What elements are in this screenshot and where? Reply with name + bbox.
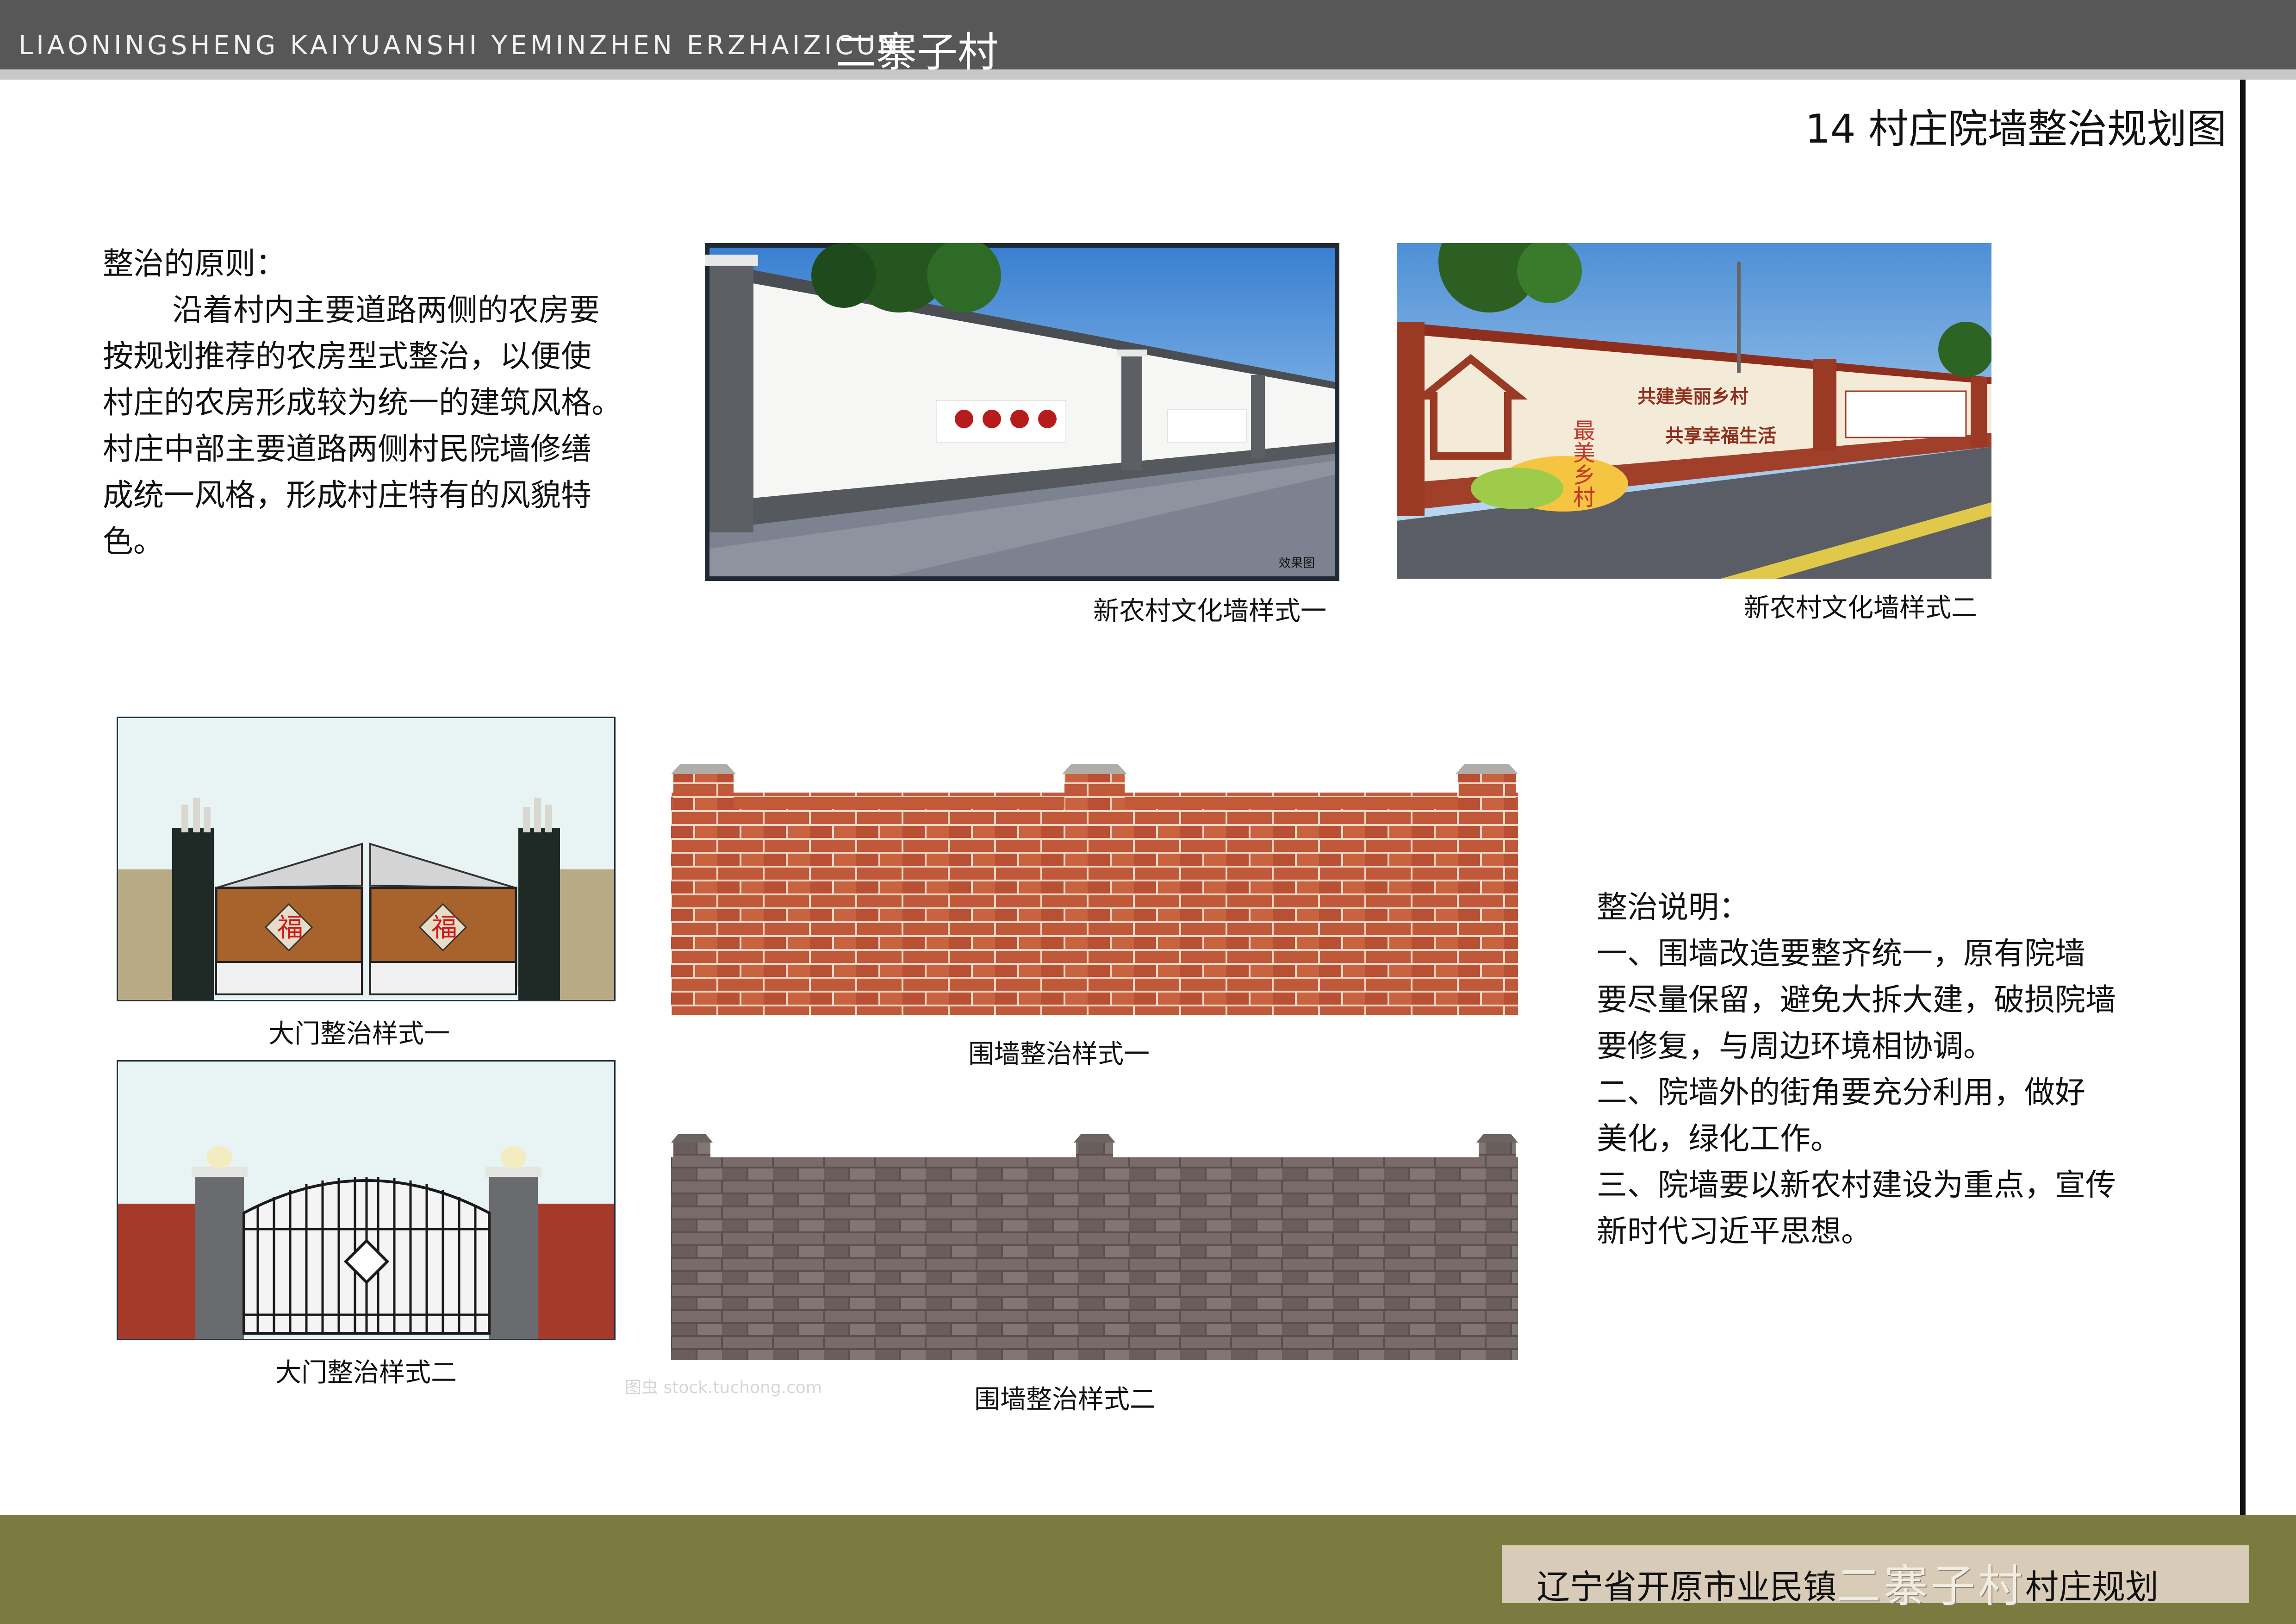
culture-wall-2-image: 最美乡村 共建美丽乡村 共享幸福生活 bbox=[1397, 243, 1991, 579]
principles-line: 村庄的农房形成较为统一的建筑风格。 bbox=[103, 385, 622, 420]
notes-line: 新时代习近平思想。 bbox=[1597, 1213, 1872, 1249]
fence-1-image bbox=[671, 756, 1518, 1015]
principles-line: 沿着村内主要道路两侧的农房要 bbox=[172, 292, 600, 328]
fence-2-caption: 围墙整治样式二 bbox=[974, 1385, 1156, 1415]
gate-1-fu-left: 福 bbox=[277, 913, 303, 943]
notes-line: 要尽量保留，避免大拆大建，破损院墙 bbox=[1597, 982, 2116, 1018]
header-village-name: 二寨子村 bbox=[835, 28, 999, 76]
notes-line: 美化，绿化工作。 bbox=[1597, 1121, 1841, 1156]
footer-village: 二寨子村 bbox=[1836, 1560, 2026, 1612]
footer-suffix: 村庄规划 bbox=[2025, 1568, 2159, 1606]
principles-line: 成统一风格，形成村庄特有的风貌特 bbox=[103, 477, 591, 513]
header-pinyin: LIAONINGSHENG KAIYUANSHI YEMINZHEN ERZHA… bbox=[19, 31, 902, 61]
principles-heading: 整治的原则： bbox=[103, 246, 286, 281]
culture-wall-1-image: 效果图 bbox=[705, 243, 1339, 581]
principles-body: 沿着村内主要道路两侧的农房要 按规划推荐的农房型式整治，以便使 村庄的农房形成较… bbox=[103, 287, 691, 565]
principles-line: 按规划推荐的农房型式整治，以便使 bbox=[103, 338, 591, 374]
notes-line: 一、围墙改造要整齐统一，原有院墙 bbox=[1597, 936, 2085, 971]
notes-block: 整治说明： 一、围墙改造要整齐统一，原有院墙 要尽量保留，避免大拆大建，破损院墙… bbox=[1597, 884, 2217, 1255]
stock-watermark: 图虫 stock.tuchong.com bbox=[625, 1378, 822, 1397]
gate-2-image bbox=[117, 1060, 616, 1340]
footer-prefix: 辽宁省开原市业民镇 bbox=[1537, 1568, 1837, 1606]
header-underline bbox=[0, 69, 2296, 80]
fence-1-caption: 围墙整治样式一 bbox=[968, 1039, 1150, 1069]
principles-line: 色。 bbox=[103, 524, 164, 559]
notes-heading: 整治说明： bbox=[1597, 889, 1749, 925]
culture-wall-2-vertical-text: 最美乡村 bbox=[1569, 419, 1595, 508]
gate-1-fu-right: 福 bbox=[431, 913, 457, 943]
culture-wall-2-slogan-1: 共建美丽乡村 bbox=[1637, 386, 1748, 407]
gate-1-image: 福 福 bbox=[117, 717, 616, 1001]
principles-line: 村庄中部主要道路两侧村民院墙修缮 bbox=[103, 431, 591, 467]
culture-wall-2-caption: 新农村文化墙样式二 bbox=[1744, 593, 1977, 623]
culture-wall-1-caption: 新农村文化墙样式一 bbox=[1093, 596, 1326, 626]
notes-line: 三、院墙要以新农村建设为重点，宣传 bbox=[1597, 1167, 2116, 1203]
fence-2-image bbox=[671, 1129, 1518, 1360]
culture-wall-2-slogan-2: 共享幸福生活 bbox=[1665, 425, 1776, 447]
gate-1-caption: 大门整治样式一 bbox=[268, 1019, 450, 1049]
right-border-rule bbox=[2240, 80, 2246, 1515]
gate-2-caption: 大门整治样式二 bbox=[275, 1358, 457, 1388]
notes-line: 二、院墙外的街角要充分利用，做好 bbox=[1597, 1074, 2085, 1110]
culture-wall-1-tag: 效果图 bbox=[1279, 556, 1315, 570]
notes-line: 要修复，与周边环境相协调。 bbox=[1597, 1028, 1994, 1064]
footer-text: 辽宁省开原市业民镇二寨子村村庄规划 bbox=[1537, 1550, 2159, 1614]
page-title: 14 村庄院墙整治规划图 bbox=[1805, 106, 2227, 152]
